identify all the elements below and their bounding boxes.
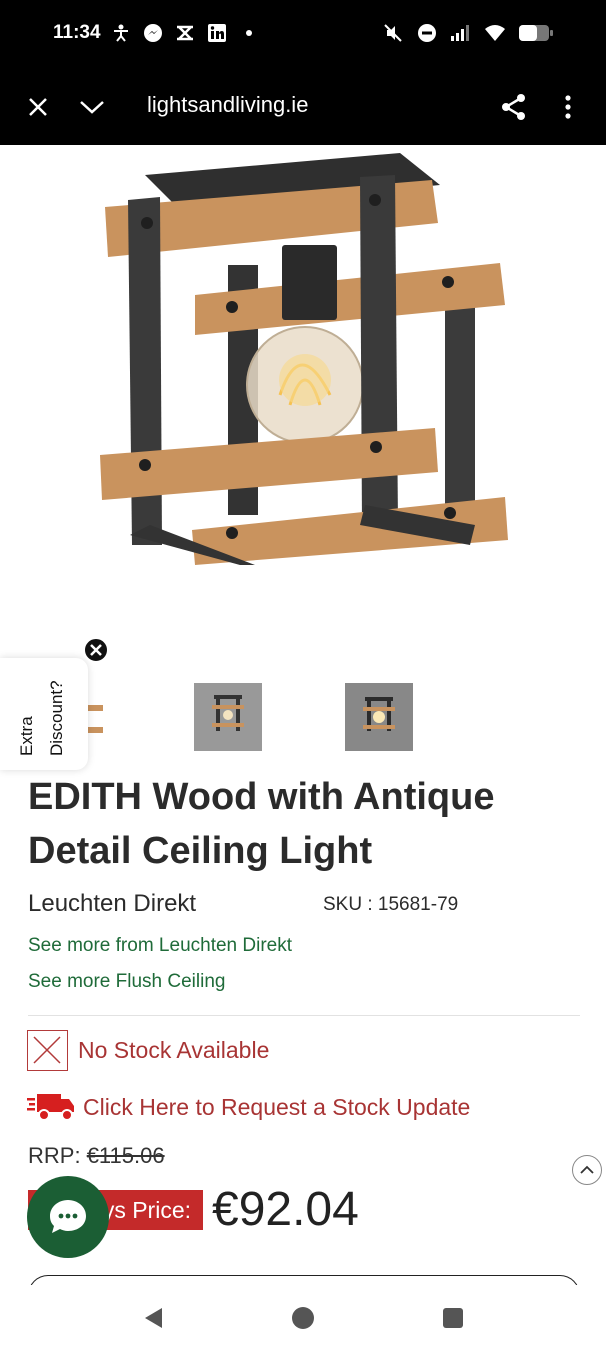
nav-back-button[interactable] <box>138 1303 168 1333</box>
request-stock-update-text: Click Here to Request a Stock Update <box>83 1093 471 1120</box>
back-to-top-button[interactable] <box>572 1155 602 1185</box>
share-icon <box>502 94 525 120</box>
nav-home-button[interactable] <box>288 1303 318 1333</box>
ceiling-light-illustration <box>100 153 508 565</box>
close-icon <box>90 644 102 656</box>
delivery-truck-icon <box>27 1094 74 1121</box>
chevron-down-icon <box>80 101 104 114</box>
thumbnail-3[interactable] <box>345 683 413 751</box>
request-stock-update-link[interactable]: Click Here to Request a Stock Update <box>27 1090 470 1124</box>
linkedin-icon <box>206 22 228 44</box>
stack-icon <box>174 22 196 44</box>
nav-recents-button[interactable] <box>438 1303 468 1333</box>
close-icon <box>29 98 47 116</box>
status-bar: 11:34 <box>0 0 606 70</box>
divider <box>28 1015 580 1016</box>
more-vert-icon <box>565 95 571 119</box>
status-right-icons <box>382 22 554 44</box>
stock-status: No Stock Available <box>27 1030 269 1071</box>
see-more-brand-link[interactable]: See more from Leuchten Direkt <box>28 935 292 957</box>
product-price: €92.04 <box>212 1183 359 1236</box>
rrp-label: RRP: <box>28 1143 81 1168</box>
url-text[interactable]: lightsandliving.ie <box>147 92 308 118</box>
dot-icon <box>238 22 260 44</box>
mute-icon <box>382 22 404 44</box>
minimize-tab-button[interactable] <box>75 90 109 124</box>
messenger-icon <box>142 22 164 44</box>
product-title: EDITH Wood with Antique Detail Ceiling L… <box>28 776 495 872</box>
extra-discount-tab[interactable]: Extra Discount? <box>0 658 88 770</box>
thumbnail-2[interactable] <box>194 683 262 751</box>
share-button[interactable] <box>497 90 531 124</box>
product-sku: SKU : 15681-79 <box>323 894 459 915</box>
battery-icon <box>518 22 554 44</box>
chat-bubble-icon <box>50 1200 86 1233</box>
rrp-price: RRP: €115.06 <box>28 1143 165 1169</box>
browser-toolbar: lightsandliving.ie <box>0 70 606 145</box>
rrp-value: €115.06 <box>86 1143 165 1168</box>
recents-square-icon <box>443 1308 463 1328</box>
accessibility-icon <box>110 22 132 44</box>
extra-discount-label: Extra Discount? <box>17 680 66 756</box>
discount-close-button[interactable] <box>83 637 109 663</box>
close-tab-button[interactable] <box>21 90 55 124</box>
status-left-icons <box>110 22 260 44</box>
more-options-button[interactable] <box>551 90 585 124</box>
price-badge-label: ys Price: <box>102 1196 191 1223</box>
chat-button[interactable] <box>27 1176 109 1258</box>
no-stock-icon <box>27 1030 68 1071</box>
product-main-image[interactable] <box>0 145 606 665</box>
thumbnail-strip <box>0 680 606 755</box>
product-brand: Leuchten Direkt <box>28 890 197 917</box>
dnd-icon <box>416 22 438 44</box>
status-time: 11:34 <box>53 22 101 43</box>
stock-status-text: No Stock Available <box>78 1037 270 1063</box>
see-more-category-link[interactable]: See more Flush Ceiling <box>28 971 225 993</box>
signal-icon <box>450 22 472 44</box>
system-nav-bar <box>0 1285 606 1350</box>
home-circle-icon <box>292 1307 314 1329</box>
chevron-up-icon <box>580 1165 594 1174</box>
back-triangle-icon <box>145 1308 162 1328</box>
wifi-icon <box>484 22 506 44</box>
